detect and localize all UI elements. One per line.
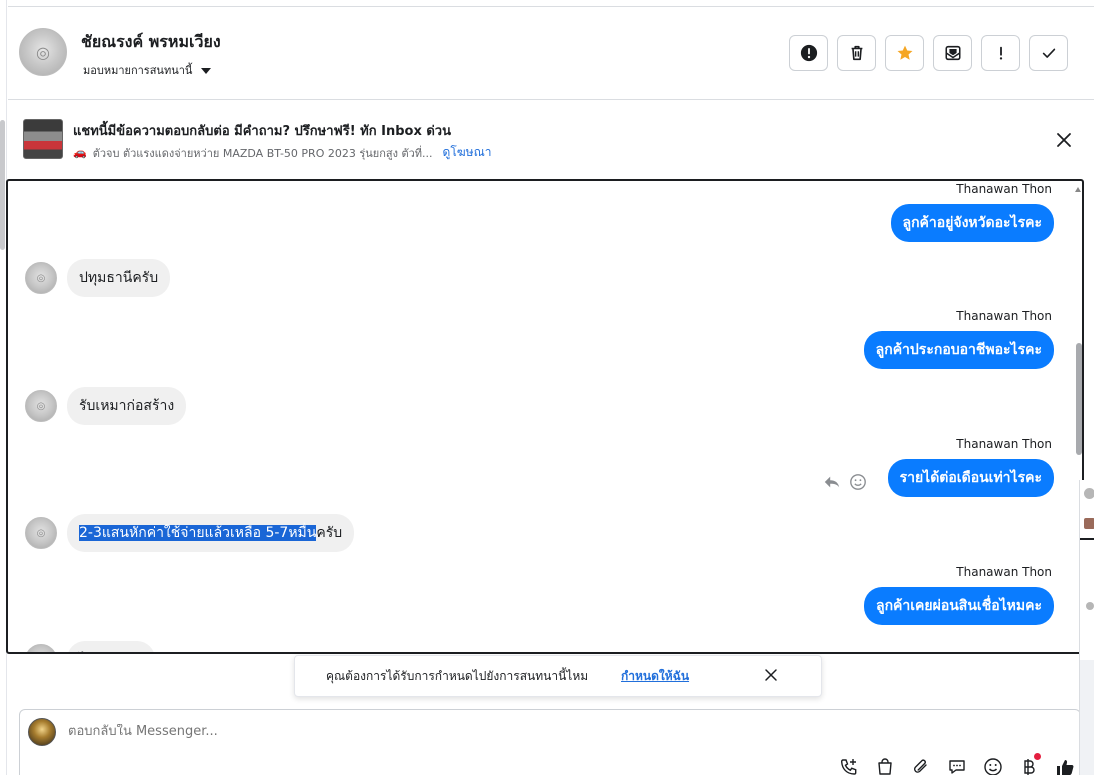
ad-subtitle: ตัวจบ ตัวแรงแดงจ่ายหว่าย MAZDA BT-50 PRO… [92, 146, 433, 160]
message-hover-actions [823, 473, 867, 491]
message-thread[interactable]: Thanawan Thon ลูกค้าอยู่จังหวัดอะไรคะ ◎ … [6, 179, 1084, 654]
assign-label: มอบหมายการสนทนานี้ [83, 64, 193, 77]
incoming-message-row: ◎ ไม่เคยครับ [25, 641, 156, 652]
star-icon [897, 45, 912, 60]
right-side-panel-partial [1079, 480, 1094, 775]
caret-down-icon [201, 67, 212, 74]
sender-name: Thanawan Thon [956, 565, 1052, 579]
incoming-message-row: ◎ ปทุมธานีครับ [25, 259, 171, 297]
assign-to-me-link[interactable]: กำหนดให้ฉัน [621, 667, 689, 686]
close-icon[interactable] [763, 667, 779, 683]
thumbs-up-icon [1057, 760, 1074, 775]
ad-thumbnail [1084, 518, 1094, 529]
shop-button[interactable] [874, 756, 896, 775]
assign-conversation-dropdown[interactable]: มอบหมายการสนทนานี้ [83, 61, 212, 79]
reply-icon[interactable] [823, 473, 841, 491]
alert-circle-icon [800, 44, 817, 62]
paperclip-icon [914, 759, 927, 773]
composer-toolbar [838, 753, 1076, 775]
outgoing-message[interactable]: รายได้ต่อเดือนเท่าไรคะ [887, 459, 1054, 497]
outgoing-message[interactable]: ลูกค้าอยู่จังหวัดอะไรคะ [890, 204, 1054, 242]
payment-button[interactable] [1018, 753, 1041, 775]
scroll-up-icon [1075, 187, 1081, 192]
call-button[interactable] [838, 756, 860, 775]
mark-done-button[interactable] [1029, 35, 1068, 71]
reply-composer [19, 709, 1081, 775]
shopping-bag-icon [878, 758, 892, 775]
outgoing-message[interactable]: ลูกค้าเคยผ่อนสินเชื่อไหมคะ [863, 587, 1054, 625]
page-avatar [28, 718, 56, 746]
ad-context-banner: แชทนี้มีข้อความตอบกลับต่อ มีคำถาม? ปรึกษ… [8, 101, 1094, 177]
contact-avatar-small: ◎ [25, 262, 57, 294]
contact-avatar-small: ◎ [25, 390, 57, 422]
trash-icon [851, 45, 862, 61]
attach-button[interactable] [910, 756, 932, 775]
reply-input[interactable] [68, 724, 768, 739]
spam-button[interactable] [789, 35, 828, 71]
notification-dot [1034, 753, 1041, 760]
assign-prompt-toast: คุณต้องการได้รับการกำหนดไปยังการสนทนานี้… [294, 655, 822, 697]
incoming-message[interactable]: รับเหมาก่อสร้าง [67, 387, 187, 425]
ad-subtitle-row: 🚗 ตัวจบ ตัวแรงแดงจ่ายหว่าย MAZDA BT-50 P… [73, 143, 491, 162]
incoming-message[interactable]: ปทุมธานีครับ [67, 259, 171, 297]
mark-unread-icon [944, 45, 961, 61]
close-icon[interactable] [1054, 130, 1074, 150]
ad-thumbnail[interactable] [23, 119, 63, 159]
contact-avatar[interactable]: ◎ [19, 28, 67, 76]
view-ad-link[interactable]: ดูโฆษณา [443, 143, 492, 162]
divider [1080, 538, 1094, 540]
incoming-message[interactable]: ไม่เคยครับ [67, 641, 156, 652]
check-icon [1042, 48, 1055, 58]
panel-background [1080, 660, 1094, 775]
mark-unread-button[interactable] [933, 35, 972, 71]
chat-bubble-icon [949, 760, 965, 774]
like-button[interactable] [1054, 756, 1076, 775]
conversation-header: ◎ ชัยณรงค์ พรหมเวียง มอบหมายการสนทนานี้ [8, 6, 1094, 100]
react-emoji-icon[interactable] [849, 473, 867, 491]
sender-name: Thanawan Thon [956, 182, 1052, 196]
assign-prompt-text: คุณต้องการได้รับการกำหนดไปยังการสนทนานี้… [326, 669, 589, 683]
header-actions [789, 35, 1068, 71]
contact-avatar-small: ◎ [25, 517, 57, 549]
follow-up-button[interactable] [981, 35, 1020, 71]
incoming-message-row: ◎ รับเหมาก่อสร้าง [25, 387, 187, 425]
avatar [1084, 488, 1094, 499]
ad-title: แชทนี้มีข้อความตอบกลับต่อ มีคำถาม? ปรึกษ… [73, 124, 451, 139]
emoji-icon [984, 758, 1002, 775]
call-add-icon [840, 759, 857, 775]
emoji-button[interactable] [982, 756, 1004, 775]
selected-text: 2-3แสนหักค่าใช้จ่ายแล้วเหลือ 5-7หมื่น [79, 525, 317, 541]
left-scrollbar[interactable] [0, 120, 5, 250]
scrollbar-thumb[interactable] [1076, 343, 1082, 455]
avatar [1086, 602, 1094, 610]
contact-avatar-small: ◎ [25, 644, 57, 652]
contact-name: ชัยณรงค์ พรหมเวียง [81, 32, 221, 51]
message-text-rest: ครับ [316, 525, 343, 541]
incoming-message-row: ◎ 2-3แสนหักค่าใช้จ่ายแล้วเหลือ 5-7หมื่นค… [25, 514, 355, 552]
star-button[interactable] [885, 35, 924, 71]
car-icon: 🚗 [73, 146, 87, 159]
outgoing-message[interactable]: ลูกค้าประกอบอาชีพอะไรคะ [863, 331, 1054, 369]
sender-name: Thanawan Thon [956, 309, 1052, 323]
exclamation-icon [999, 46, 1002, 60]
saved-replies-button[interactable] [946, 756, 968, 775]
incoming-message[interactable]: 2-3แสนหักค่าใช้จ่ายแล้วเหลือ 5-7หมื่นครั… [67, 514, 355, 552]
delete-button[interactable] [837, 35, 876, 71]
sender-name: Thanawan Thon [956, 437, 1052, 451]
